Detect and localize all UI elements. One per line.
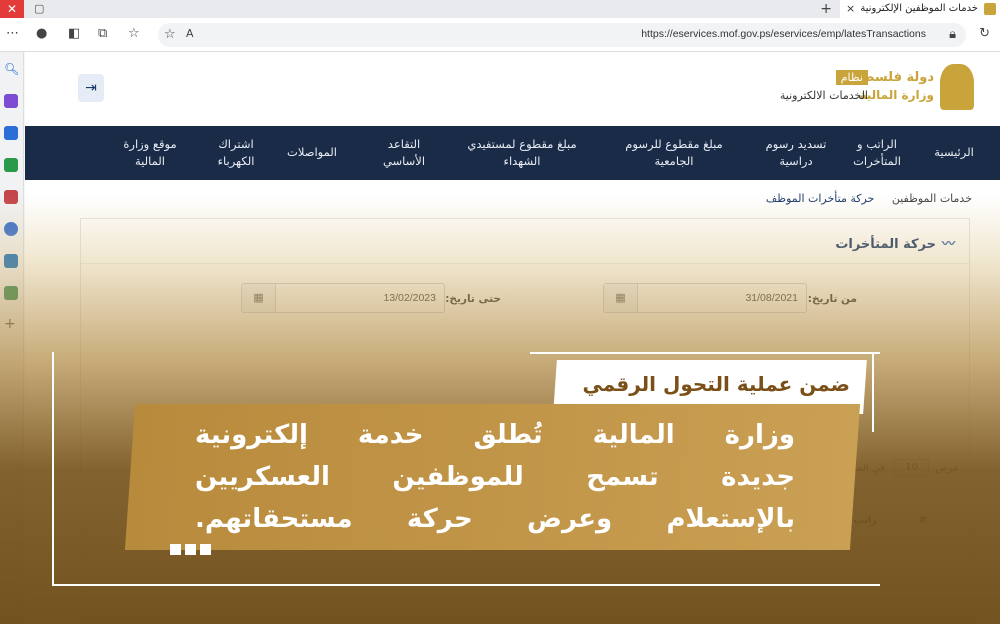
logo-system-badge: نظام: [835, 70, 868, 85]
window-close-button[interactable]: ✕: [0, 0, 24, 18]
trend-chart-icon: 〰: [941, 237, 955, 252]
headline-text: ضمن عملية التحول الرقمي: [582, 372, 850, 396]
office-icon[interactable]: [4, 222, 18, 236]
body-text-line-3: بالإستعلام وعرض حركة مستحقاتهم.: [195, 504, 795, 534]
read-aloud-icon[interactable]: A: [186, 27, 194, 40]
nav-item-university-fees[interactable]: مبلغ مقطوع للرسوم الجامعية: [620, 136, 728, 170]
shopping-icon[interactable]: [4, 126, 18, 140]
body-text-line-1: وزارة المالية تُطلق خدمة إلكترونية: [195, 420, 795, 450]
from-date-value: 31/08/2021: [745, 292, 798, 304]
tab-title: خدمات الموظفين الإلكترونية: [860, 3, 978, 14]
browser-tab-bar: ✕ ▢ + خدمات الموظفين الإلكترونية ×: [0, 0, 1000, 18]
breadcrumb-current[interactable]: حركة متأخرات الموظف: [766, 192, 874, 205]
to-date-label: حتى تاريخ:: [445, 293, 501, 305]
nav-item-martyrs[interactable]: مبلغ مقطوع لمستفيدي الشهداء: [460, 136, 584, 170]
more-options-icon[interactable]: ⋯: [6, 26, 19, 41]
url-field[interactable]: ☆ A https://eservices.mof.gov.ps/eservic…: [158, 23, 966, 47]
eagle-emblem-icon: [940, 64, 974, 110]
nav-item-salary[interactable]: الراتب و المتأخرات: [848, 136, 906, 170]
games-icon[interactable]: [4, 190, 18, 204]
url-text: https://eservices.mof.gov.ps/eservices/e…: [641, 28, 926, 40]
breadcrumb: خدمات الموظفين حركة متأخرات الموظف: [766, 192, 972, 205]
lock-icon[interactable]: 🔒︎: [949, 27, 956, 42]
decorative-squares: [170, 540, 215, 559]
logout-button[interactable]: ⇥: [78, 74, 104, 102]
logo-eservices-name: الخدمات الالكترونية: [779, 89, 868, 102]
show-label: عرض: [935, 463, 959, 474]
tools-icon[interactable]: [4, 158, 18, 172]
search-icon[interactable]: 🔍︎: [4, 62, 19, 76]
tree-icon[interactable]: [4, 286, 18, 300]
nav-item-pension[interactable]: التقاعد الأساسي: [376, 136, 432, 170]
from-date-input[interactable]: ▦ 31/08/2021: [603, 283, 807, 313]
profile-avatar-icon[interactable]: ●: [36, 26, 47, 41]
decorative-frame-top: [530, 352, 880, 354]
nav-item-transport[interactable]: المواصلات: [280, 144, 344, 161]
outlook-icon[interactable]: [4, 254, 18, 268]
calendar-icon[interactable]: ▦: [242, 284, 276, 312]
collections-icon[interactable]: ⧉: [98, 26, 107, 41]
nav-item-home[interactable]: الرئيسية: [924, 144, 984, 161]
page-size-select[interactable]: 10: [894, 459, 929, 476]
favorites-icon[interactable]: ☆: [128, 26, 140, 41]
new-tab-button[interactable]: +: [820, 0, 832, 18]
tab-close-button[interactable]: ×: [846, 0, 855, 18]
site-header: ⇥ دولة فلسطين وزارة المالية نظام الخدمات…: [25, 52, 1000, 126]
address-bar-row: ⋯ ● ◧ ⧉ ☆ ☆ A https://eservices.mof.gov.…: [0, 18, 1000, 52]
refresh-icon[interactable]: ↻: [979, 26, 990, 41]
logo-ministry-name: وزارة المالية: [859, 88, 934, 102]
from-date-label: من تاريخ:: [807, 293, 857, 305]
main-navbar: الرئيسية الراتب و المتأخرات تسديد رسوم د…: [25, 126, 1000, 180]
to-date-input[interactable]: ▦ 13/02/2023: [241, 283, 445, 313]
to-date-value: 13/02/2023: [383, 292, 436, 304]
col-index-header[interactable]: #: [919, 515, 927, 526]
card-title-text: حركة المتأخرات: [835, 237, 936, 252]
site-favicon-icon: [984, 3, 996, 15]
browser-essentials-icon[interactable]: ◧: [68, 26, 80, 41]
add-favorite-icon[interactable]: ☆: [164, 27, 176, 42]
browser-sidebar: 🔍︎ +: [0, 52, 24, 624]
card-title: 〰 حركة المتأخرات: [835, 233, 955, 252]
tab-actions-icon[interactable]: ▢: [34, 2, 44, 15]
nav-item-tuition[interactable]: تسديد رسوم دراسية: [764, 136, 828, 170]
copilot-icon[interactable]: [4, 94, 18, 108]
active-tab[interactable]: خدمات الموظفين الإلكترونية ×: [840, 0, 1000, 18]
card-divider: [81, 263, 971, 264]
body-text-line-2: جديدة تسمح للموظفين العسكريين: [195, 462, 795, 492]
decorative-frame-right: [872, 352, 874, 432]
breadcrumb-root[interactable]: خدمات الموظفين: [892, 192, 972, 205]
nav-item-ministry-site[interactable]: موقع وزارة المالية: [118, 136, 182, 170]
calendar-icon[interactable]: ▦: [604, 284, 638, 312]
nav-item-electricity[interactable]: اشتراك الكهرباء: [208, 136, 264, 170]
add-sidebar-app-icon[interactable]: +: [4, 316, 18, 332]
